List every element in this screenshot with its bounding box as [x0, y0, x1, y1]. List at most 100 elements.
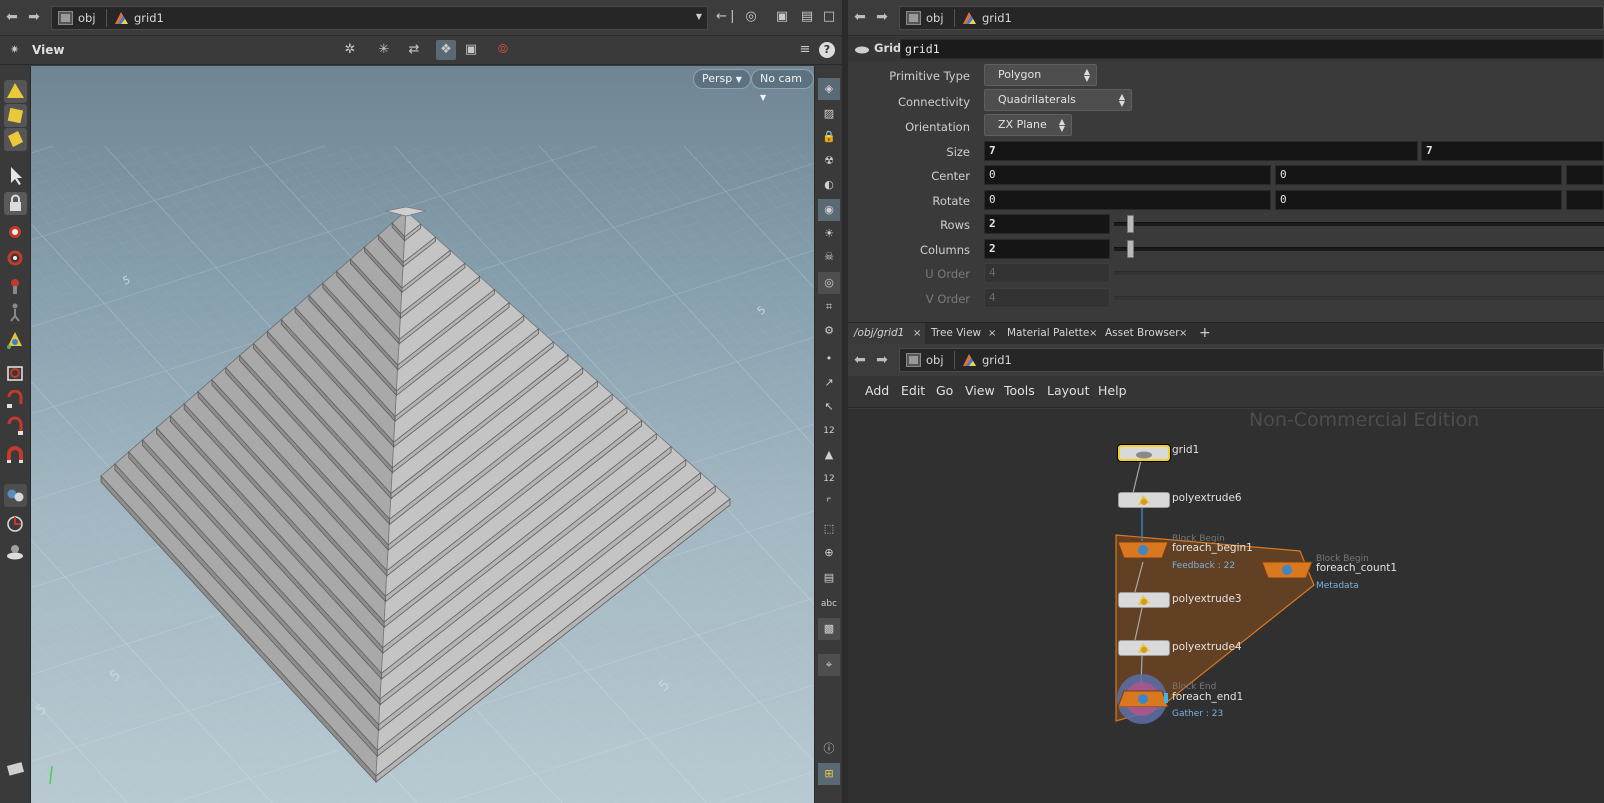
text-display-icon[interactable]: abc	[818, 593, 840, 615]
magnet-tool-icon[interactable]	[4, 389, 27, 413]
help-icon[interactable]: ?	[819, 42, 835, 58]
param-path-segment-grid1[interactable]: grid1	[982, 11, 1012, 25]
light-bulb-icon[interactable]: ☀	[818, 223, 840, 245]
node-foreach-end1[interactable]	[1117, 689, 1169, 707]
normal-display-icon[interactable]: ↗	[818, 372, 840, 394]
maximize-pane-icon[interactable]: □	[819, 7, 839, 27]
node-foreach-begin1[interactable]	[1117, 540, 1169, 558]
snap-grid-icon[interactable]: ✲	[340, 40, 360, 60]
rotate-z-field[interactable]	[1566, 190, 1604, 210]
menu-help[interactable]: Help	[1098, 383, 1127, 398]
magnet-icon[interactable]	[4, 444, 27, 467]
orientation-menu[interactable]: ZX Plane ▲ ▼	[984, 114, 1072, 136]
menu-tools[interactable]: Tools	[1004, 383, 1035, 398]
path-segment-grid1[interactable]: grid1	[134, 11, 164, 25]
primitive-type-menu[interactable]: Polygon ▲ ▼	[984, 64, 1097, 86]
point-numbers-icon[interactable]: 12	[818, 420, 840, 442]
bounding-box-icon[interactable]: ⬚	[818, 518, 840, 540]
menu-go[interactable]: Go	[936, 383, 953, 398]
background-image-icon[interactable]: ▩	[818, 618, 840, 640]
snap-prim-icon[interactable]: ✳	[374, 40, 394, 60]
prim-display-icon[interactable]: ▲	[818, 444, 840, 466]
wireframe-icon[interactable]: ▨	[818, 103, 840, 125]
forward-arrow-icon[interactable]: ➡	[26, 9, 42, 25]
center-z-field[interactable]	[1566, 165, 1604, 185]
rotate-tool-icon[interactable]	[4, 246, 27, 269]
3d-viewport[interactable]: 5 5 5 5 5 Persp ▼ No cam ▼	[31, 66, 814, 803]
scene-path-field[interactable]: obj grid1 ▼	[51, 6, 708, 30]
menu-layout[interactable]: Layout	[1047, 383, 1090, 398]
stop-record-icon[interactable]: ⦾	[493, 40, 513, 60]
display-options-icon[interactable]: ≡	[795, 40, 815, 60]
scale-tool-icon[interactable]	[4, 274, 27, 297]
template-display-icon[interactable]: ▤	[818, 567, 840, 589]
path-dropdown-icon[interactable]: ▼	[696, 12, 702, 21]
menu-add[interactable]: Add	[865, 383, 889, 398]
prim-numbers-icon[interactable]: 12	[818, 468, 840, 490]
rotate-y-field[interactable]: 0	[1275, 190, 1562, 210]
network-path-field[interactable]: obj grid1	[899, 348, 1604, 372]
flipbook-icon[interactable]	[4, 540, 27, 563]
param-back-arrow-icon[interactable]: ⬅	[852, 9, 868, 25]
select-arrow-icon[interactable]	[4, 164, 27, 187]
tab-asset-browser[interactable]: Asset Browser	[1099, 323, 1189, 344]
center-y-field[interactable]: 0	[1275, 165, 1562, 185]
markers-icon[interactable]: ⌖	[818, 654, 840, 676]
point-display-icon[interactable]: •	[818, 348, 840, 370]
columns-slider-track[interactable]	[1114, 247, 1604, 251]
tab-close-icon[interactable]: ×	[1089, 323, 1097, 344]
point-normal-icon[interactable]: ↖	[818, 396, 840, 418]
param-path-segment-obj[interactable]: obj	[926, 11, 944, 25]
columns-slider-handle[interactable]	[1127, 240, 1134, 258]
origin-icon[interactable]: ⊕	[818, 542, 840, 564]
render-icon[interactable]: ⚙	[818, 320, 840, 342]
cube-display-icon[interactable]: ▣	[772, 7, 792, 27]
snapping-icon[interactable]	[4, 512, 27, 535]
tab-material-palette[interactable]: Material Palette	[1001, 323, 1101, 344]
node-name-field[interactable]: grid1	[900, 39, 1604, 59]
headlight-icon[interactable]: ◉	[818, 199, 840, 221]
lock-camera-icon[interactable]: 🔒	[818, 126, 840, 148]
connectivity-menu[interactable]: Quadrilaterals ▲ ▼	[984, 89, 1132, 111]
snap-multi-icon[interactable]: ⇄	[404, 40, 424, 60]
network-path-segment-obj[interactable]: obj	[926, 353, 944, 367]
display-options-bottom-icon[interactable]	[4, 758, 27, 781]
layout-icon[interactable]: ⊞	[818, 763, 840, 785]
network-back-arrow-icon[interactable]: ⬅	[852, 352, 868, 368]
network-forward-arrow-icon[interactable]: ➡	[874, 352, 890, 368]
param-path-field[interactable]: obj grid1	[899, 6, 1604, 30]
center-x-field[interactable]: 0	[984, 165, 1271, 185]
lock-selection-icon[interactable]	[4, 192, 27, 215]
back-arrow-icon[interactable]: ⬅	[4, 9, 20, 25]
size-x-field[interactable]: 7	[984, 141, 1418, 161]
hull-display-icon[interactable]: ⌜	[818, 492, 840, 514]
tab-close-icon[interactable]: ×	[913, 323, 921, 344]
columns-field[interactable]: 2	[984, 239, 1110, 259]
add-tab-icon[interactable]: +	[1199, 323, 1211, 343]
pose-tool-icon[interactable]	[4, 300, 27, 323]
select-dynamics-icon[interactable]	[4, 128, 27, 151]
rows-field[interactable]: 2	[984, 214, 1110, 234]
select-objects-icon[interactable]	[4, 80, 27, 103]
shadow-icon[interactable]: ☠	[818, 246, 840, 268]
lighting-icon[interactable]: ◐	[818, 174, 840, 196]
menu-edit[interactable]: Edit	[901, 383, 925, 398]
snap-points-icon[interactable]: ❖	[436, 40, 456, 60]
select-geometry-icon[interactable]	[4, 104, 27, 127]
tab-close-icon[interactable]: ×	[1179, 323, 1187, 344]
link-target-icon[interactable]: ◎	[741, 7, 761, 27]
info-icon[interactable]: ⓘ	[818, 738, 840, 760]
view-state-icon[interactable]: ✷	[10, 43, 19, 56]
handle-tool-icon[interactable]	[4, 328, 27, 351]
magnet-bend-icon[interactable]	[4, 416, 27, 439]
tab-close-icon[interactable]: ×	[988, 323, 996, 344]
path-segment-obj[interactable]: obj	[78, 11, 96, 25]
param-forward-arrow-icon[interactable]: ➡	[874, 9, 890, 25]
display-mode-icon[interactable]: ◈	[818, 78, 840, 100]
menu-view[interactable]: View	[965, 383, 995, 398]
node-foreach-count1[interactable]	[1261, 560, 1313, 578]
camera-menu-button[interactable]: No cam ▼	[751, 69, 814, 102]
transform-icon[interactable]	[4, 220, 27, 243]
rows-slider-track[interactable]	[1114, 222, 1604, 226]
rows-slider-handle[interactable]	[1127, 215, 1134, 233]
